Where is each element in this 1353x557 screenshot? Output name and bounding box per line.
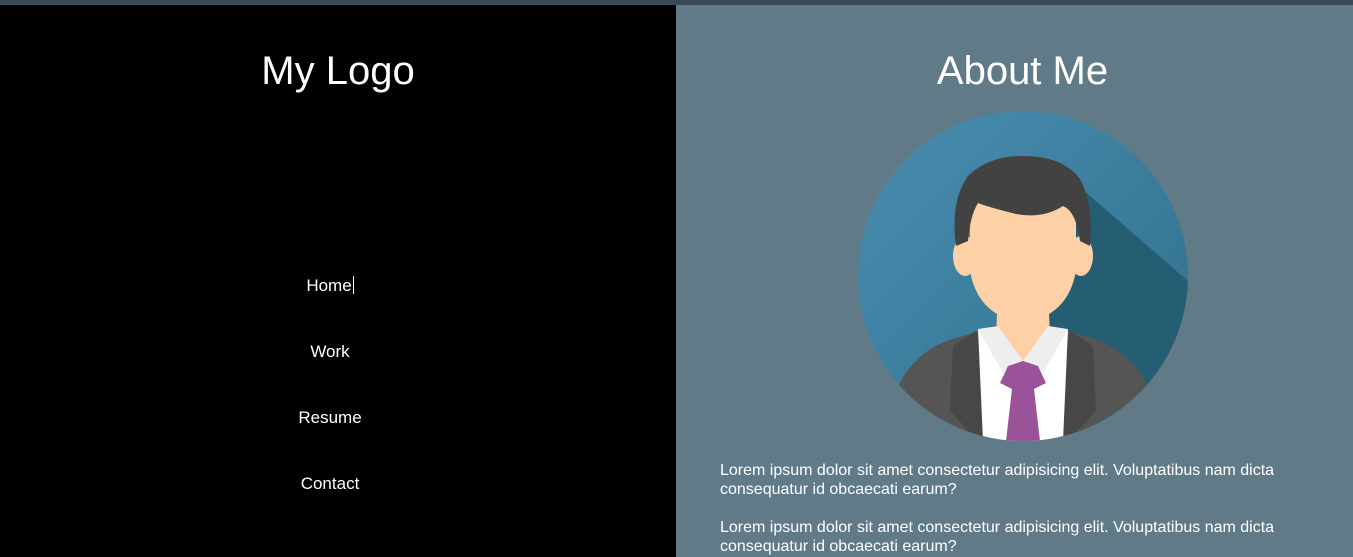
nav-link-home-label: Home <box>306 276 352 295</box>
about-paragraph: Lorem ipsum dolor sit amet consectetur a… <box>720 519 1275 555</box>
nav-link-work[interactable]: Work <box>310 342 349 361</box>
text-cursor <box>352 276 354 294</box>
person-avatar-icon <box>858 111 1188 441</box>
nav-link-home[interactable]: Home <box>306 276 354 295</box>
nav-item-contact: Contact <box>0 473 660 539</box>
nav-link-resume[interactable]: Resume <box>298 408 361 427</box>
main-nav: Home Work Resume Contact <box>0 275 660 539</box>
nav-item-resume: Resume <box>0 407 660 473</box>
nav-link-contact[interactable]: Contact <box>301 474 360 493</box>
sidebar: My Logo Home Work Resume Contact <box>0 5 676 557</box>
nav-item-work: Work <box>0 341 660 407</box>
about-paragraph: Lorem ipsum dolor sit amet consectetur a… <box>720 462 1275 498</box>
about-section: About Me Lorem ipsum dolor sit amet cons… <box>676 5 1353 557</box>
site-logo[interactable]: My Logo <box>0 47 676 95</box>
about-title: About Me <box>936 49 1109 93</box>
nav-item-home: Home <box>0 275 660 341</box>
